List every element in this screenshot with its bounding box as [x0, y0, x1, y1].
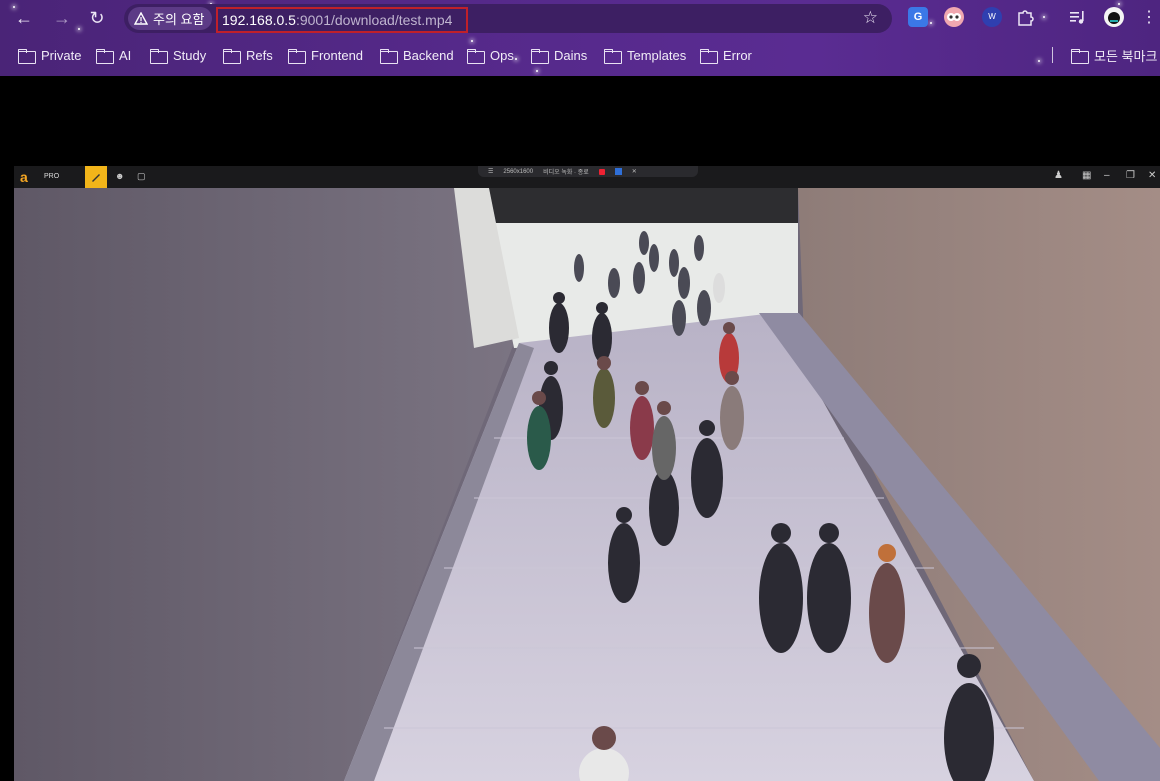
video-player[interactable]: a PRO ☻ ▢ ☰ 2560x1600 비디오 녹화 · 종료 ✕ ♟ ▦ … [14, 166, 1160, 781]
bookmark-label: Refs [246, 47, 273, 63]
bookmark-folder-private[interactable]: Private [18, 42, 81, 68]
app-name: PRO [44, 173, 60, 180]
bookmark-folder-templates[interactable]: Templates [604, 42, 686, 68]
arrow-left-icon: ← [15, 8, 33, 28]
bookmark-label: Frontend [311, 47, 364, 63]
reload-icon: ↻ [89, 8, 105, 28]
folder-icon [604, 48, 622, 64]
back-button[interactable]: ← [12, 6, 36, 30]
pen-tool-icon [85, 166, 107, 188]
folder-icon [467, 48, 485, 64]
bookmark-label: AI [119, 47, 132, 63]
video-frame-scene: anima [14, 188, 1160, 781]
close-icon: ✕ [631, 169, 637, 175]
puzzle-icon [1018, 10, 1034, 26]
recorded-app-toolbar: a PRO ☻ ▢ ☰ 2560x1600 비디오 녹화 · 종료 ✕ ♟ ▦ … [14, 166, 1160, 188]
arrow-right-icon: → [53, 8, 71, 28]
bookmarks-bar: Private AI Study Refs Frontend Backend O… [0, 42, 1160, 68]
bookmark-star-button[interactable]: ☆ [863, 8, 878, 28]
sparkle [536, 70, 538, 72]
owl-extension-icon[interactable] [944, 7, 964, 27]
minimize-icon: – [1104, 170, 1110, 181]
bookmark-label: Templates [627, 47, 687, 63]
walker-icon: ☻ [115, 171, 125, 181]
bookmark-label: Error [723, 47, 752, 63]
bookmarks-divider [1052, 47, 1053, 63]
bookmark-label: Dains [554, 47, 588, 63]
cart-icon: ▢ [137, 171, 146, 181]
recording-bar: ☰ 2560x1600 비디오 녹화 · 종료 ✕ [478, 166, 698, 177]
security-chip-label: 주의 요함 [153, 12, 205, 27]
layout-icon: ▦ [1082, 170, 1092, 181]
bookmark-label: Private [41, 47, 82, 63]
music-queue-icon [1070, 11, 1084, 24]
folder-icon [150, 48, 168, 64]
folder-icon [288, 48, 306, 64]
security-chip[interactable]: 주의 요함 [128, 7, 213, 30]
url-path: :9001/download/test.mp4 [295, 12, 453, 28]
folder-icon [1071, 48, 1089, 64]
bookmark-label: Ops [490, 47, 514, 63]
folder-icon [223, 48, 241, 64]
bookmark-label: 모든 북마크 [1094, 48, 1158, 64]
recording-resolution: 2560x1600 [503, 168, 534, 175]
bookmark-folder-dains[interactable]: Dains [531, 42, 587, 68]
user-icon: ♟ [1054, 170, 1063, 181]
bookmark-folder-backend[interactable]: Backend [380, 42, 454, 68]
url-host: 192.168.0.5 [222, 12, 296, 28]
translate-extension-icon[interactable]: G [908, 7, 928, 27]
bookmark-label: Study [173, 47, 207, 63]
video-page: a PRO ☻ ▢ ☰ 2560x1600 비디오 녹화 · 종료 ✕ ♟ ▦ … [0, 76, 1160, 781]
recording-label: 비디오 녹화 · 종료 [543, 170, 589, 176]
profile-avatar[interactable] [1104, 7, 1124, 27]
folder-icon [380, 48, 398, 64]
avatar [1108, 12, 1120, 24]
owl-icon [947, 13, 961, 21]
app-logo-icon: a [20, 169, 28, 185]
close-window-icon: ✕ [1148, 170, 1157, 181]
folder-icon [531, 48, 549, 64]
reload-button[interactable]: ↻ [85, 6, 109, 30]
w-extension-icon[interactable]: W [982, 7, 1002, 27]
address-bar[interactable]: 주의 요함 192.168.0.5:9001/download/test.mp4… [124, 4, 892, 33]
extensions-puzzle-button[interactable] [1016, 7, 1036, 27]
folder-icon [18, 48, 36, 64]
bookmark-folder-ops[interactable]: Ops [467, 42, 514, 68]
browser-chrome: ← → ↻ 주의 요함 192.168.0.5:9001/download/te… [0, 0, 1160, 76]
stop-icon [614, 168, 622, 175]
all-bookmarks-folder[interactable]: 모든 북마크 [1071, 42, 1157, 68]
star-icon: ☆ [862, 8, 878, 27]
menu-button[interactable]: ⋮ [1141, 6, 1157, 30]
restore-icon: ❐ [1126, 170, 1135, 181]
record-icon [598, 168, 605, 175]
media-control-button[interactable] [1068, 7, 1088, 27]
bookmark-folder-ai[interactable]: AI [96, 42, 131, 68]
url-text[interactable]: 192.168.0.5:9001/download/test.mp4 [216, 7, 468, 33]
folder-icon [96, 48, 114, 64]
menu-icon: ☰ [488, 169, 494, 175]
bookmark-folder-error[interactable]: Error [700, 42, 752, 68]
warning-triangle-icon [134, 12, 148, 25]
folder-icon [700, 48, 718, 64]
bookmark-folder-refs[interactable]: Refs [223, 42, 273, 68]
kebab-menu-icon: ⋮ [1141, 9, 1157, 26]
forward-button[interactable]: → [50, 6, 74, 30]
browser-toolbar: ← → ↻ 주의 요함 192.168.0.5:9001/download/te… [0, 0, 1160, 36]
bookmark-folder-study[interactable]: Study [150, 42, 206, 68]
bookmark-label: Backend [403, 47, 454, 63]
bookmark-folder-frontend[interactable]: Frontend [288, 42, 363, 68]
